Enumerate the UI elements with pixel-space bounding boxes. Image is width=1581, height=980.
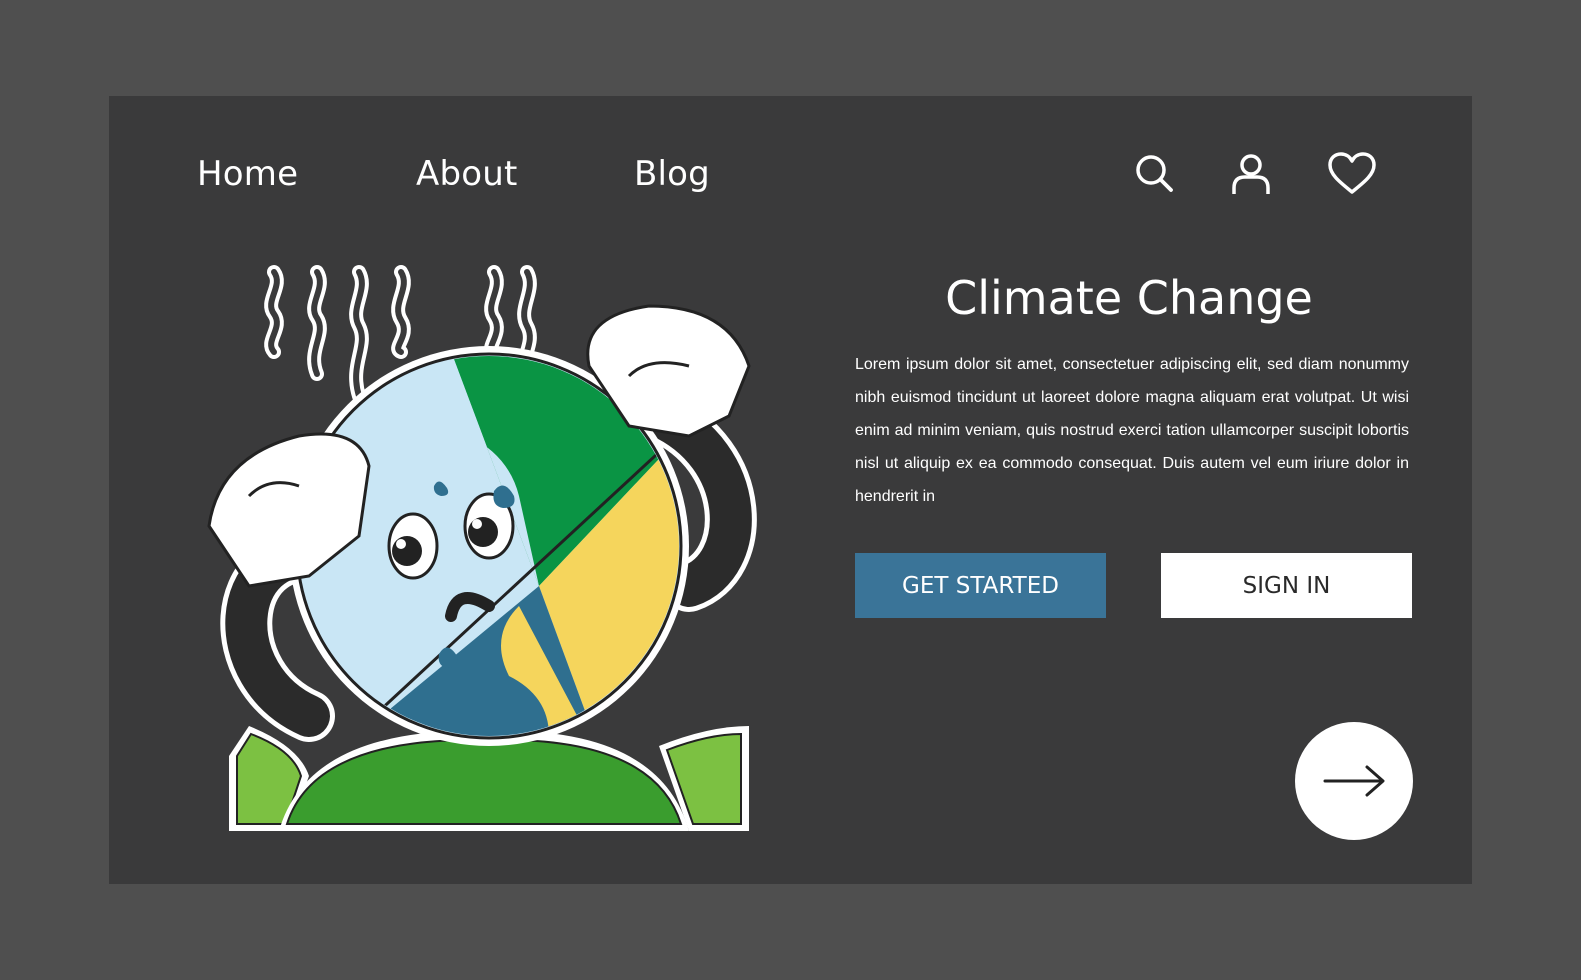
nav-about[interactable]: About (416, 154, 518, 194)
user-icon[interactable] (1229, 152, 1273, 196)
next-button[interactable] (1295, 722, 1413, 840)
page-title: Climate Change (945, 271, 1313, 325)
search-icon[interactable] (1133, 152, 1177, 196)
landing-page: Home About Blog Climate Change Lorem ips… (109, 96, 1472, 884)
hero-description: Lorem ipsum dolor sit amet, consectetuer… (855, 356, 1409, 505)
nav-blog[interactable]: Blog (634, 154, 710, 194)
arrow-right-icon (1323, 765, 1385, 797)
sign-in-button[interactable]: SIGN IN (1161, 553, 1412, 618)
crying-earth-illustration (207, 265, 757, 831)
heart-icon[interactable] (1327, 152, 1377, 196)
get-started-button[interactable]: GET STARTED (855, 553, 1106, 618)
nav-home[interactable]: Home (197, 154, 298, 194)
